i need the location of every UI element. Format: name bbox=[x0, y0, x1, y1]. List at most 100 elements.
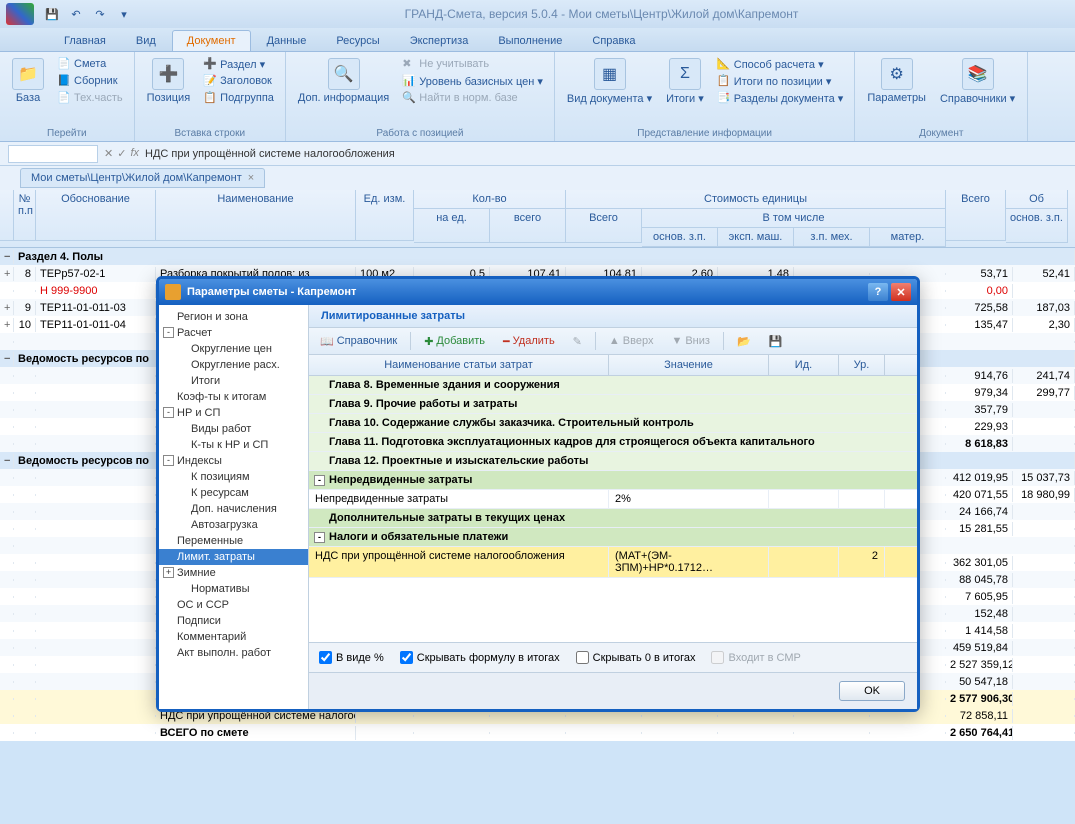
expand-icon[interactable] bbox=[0, 664, 14, 666]
expand-icon[interactable] bbox=[0, 528, 14, 530]
totals-button[interactable]: ΣИтоги ▾ bbox=[662, 56, 708, 107]
edit-button[interactable]: ✎ bbox=[568, 333, 587, 350]
expand-icon[interactable] bbox=[0, 443, 14, 445]
tree-item[interactable]: -НР и СП bbox=[159, 405, 308, 421]
expand-icon[interactable] bbox=[0, 647, 14, 649]
sbornik-button[interactable]: 📘Сборник bbox=[54, 73, 126, 89]
data-row[interactable]: НДС при упрощённой системе налогообложен… bbox=[309, 547, 917, 578]
tree-expand-icon[interactable]: - bbox=[163, 455, 174, 466]
expand-icon[interactable]: - bbox=[314, 532, 325, 543]
tree-item[interactable]: ОС и ССР bbox=[159, 597, 308, 613]
position-button[interactable]: ➕Позиция bbox=[143, 56, 195, 106]
expand-icon[interactable] bbox=[0, 392, 14, 394]
dialog-tree[interactable]: Регион и зона-РасчетОкругление ценОкругл… bbox=[159, 305, 309, 709]
delete-button[interactable]: ━Удалить bbox=[498, 333, 560, 350]
baselevel-button[interactable]: 📊Уровень базисных цен ▾ bbox=[399, 73, 546, 89]
vide-checkbox[interactable]: В виде % bbox=[319, 651, 384, 664]
tree-item[interactable]: Регион и зона bbox=[159, 309, 308, 325]
smeta-button[interactable]: 📄Смета bbox=[54, 56, 126, 72]
tree-item[interactable]: +Зимние bbox=[159, 565, 308, 581]
tree-item[interactable]: -Индексы bbox=[159, 453, 308, 469]
expand-icon[interactable] bbox=[0, 375, 14, 377]
smr-checkbox[interactable]: Входит в СМР bbox=[711, 651, 800, 664]
tree-item[interactable]: Переменные bbox=[159, 533, 308, 549]
tree-item[interactable]: Автозагрузка bbox=[159, 517, 308, 533]
postotals-button[interactable]: 📋Итоги по позиции ▾ bbox=[714, 73, 847, 89]
group-row[interactable]: Глава 8. Временные здания и сооружения bbox=[309, 376, 917, 395]
tree-item[interactable]: К позициям bbox=[159, 469, 308, 485]
exclude-button[interactable]: ✖Не учитывать bbox=[399, 56, 546, 72]
help-button[interactable]: ? bbox=[868, 283, 888, 301]
refs-button[interactable]: 📚Справочники ▾ bbox=[936, 56, 1019, 107]
expand-icon[interactable] bbox=[0, 290, 14, 292]
data-row[interactable]: Непредвиденные затраты2% bbox=[309, 490, 917, 509]
redo-icon[interactable]: ↷ bbox=[90, 4, 110, 24]
expand-icon[interactable]: − bbox=[0, 352, 14, 366]
tab-document[interactable]: Документ bbox=[172, 30, 251, 51]
expand-icon[interactable]: + bbox=[0, 267, 14, 281]
expand-icon[interactable] bbox=[0, 579, 14, 581]
accept-icon[interactable]: ✓ bbox=[117, 147, 126, 160]
close-tab-icon[interactable]: × bbox=[248, 172, 254, 184]
expand-icon[interactable] bbox=[0, 732, 14, 734]
tree-item[interactable]: Подписи bbox=[159, 613, 308, 629]
tree-item[interactable]: Нормативы bbox=[159, 581, 308, 597]
tab-expertise[interactable]: Экспертиза bbox=[396, 31, 483, 51]
expand-icon[interactable] bbox=[0, 630, 14, 632]
up-button[interactable]: ▲Вверх bbox=[604, 333, 659, 349]
expand-icon[interactable] bbox=[0, 613, 14, 615]
name-box[interactable] bbox=[8, 145, 98, 163]
tab-execution[interactable]: Выполнение bbox=[484, 31, 576, 51]
subgroup-button[interactable]: 📋Подгруппа bbox=[200, 90, 277, 106]
techpart-button[interactable]: 📄Тех.часть bbox=[54, 90, 126, 106]
breadcrumb-tab[interactable]: Мои сметы\Центр\Жилой дом\Капремонт × bbox=[20, 168, 265, 188]
expand-icon[interactable] bbox=[0, 426, 14, 428]
cancel-icon[interactable]: ✕ bbox=[104, 147, 113, 160]
base-button[interactable]: 📁База bbox=[8, 56, 48, 106]
open-button[interactable]: 📂 bbox=[732, 333, 756, 350]
tab-view[interactable]: Вид bbox=[122, 31, 170, 51]
group-row[interactable]: Глава 11. Подготовка эксплуатационных ка… bbox=[309, 433, 917, 452]
group-row[interactable]: -Непредвиденные затраты bbox=[309, 471, 917, 490]
dialog-titlebar[interactable]: Параметры сметы - Капремонт ? ✕ bbox=[159, 279, 917, 305]
findnorm-button[interactable]: 🔍Найти в норм. базе bbox=[399, 90, 546, 106]
tree-expand-icon[interactable]: - bbox=[163, 327, 174, 338]
app-logo-icon[interactable] bbox=[6, 3, 34, 25]
tree-item[interactable]: Лимит. затраты bbox=[159, 549, 308, 565]
tree-expand-icon[interactable]: - bbox=[163, 407, 174, 418]
header-button[interactable]: 📝Заголовок bbox=[200, 73, 277, 89]
hidezero-checkbox[interactable]: Скрывать 0 в итогах bbox=[576, 651, 696, 664]
down-button[interactable]: ▼Вниз bbox=[666, 333, 715, 349]
expand-icon[interactable] bbox=[0, 409, 14, 411]
group-row[interactable]: -Налоги и обязательные платежи bbox=[309, 528, 917, 547]
tree-item[interactable]: Итоги bbox=[159, 373, 308, 389]
qat-dropdown-icon[interactable]: ▾ bbox=[114, 4, 134, 24]
tree-expand-icon[interactable]: + bbox=[163, 567, 174, 578]
group-row[interactable]: Дополнительные затраты в текущих ценах bbox=[309, 509, 917, 528]
calcmethod-button[interactable]: 📐Способ расчета ▾ bbox=[714, 56, 847, 72]
formula-text[interactable]: НДС при упрощённой системе налогообложен… bbox=[145, 148, 1067, 160]
tree-item[interactable]: Комментарий bbox=[159, 629, 308, 645]
expand-icon[interactable] bbox=[0, 477, 14, 479]
tree-item[interactable]: Округление цен bbox=[159, 341, 308, 357]
params-button[interactable]: ⚙Параметры bbox=[863, 56, 930, 106]
expand-icon[interactable]: - bbox=[314, 475, 325, 486]
ok-button[interactable]: OK bbox=[839, 681, 905, 701]
table-row[interactable]: ВСЕГО по смете2 650 764,41 bbox=[0, 724, 1075, 741]
expand-icon[interactable]: + bbox=[0, 301, 14, 315]
group-row[interactable]: Глава 12. Проектные и изыскательские раб… bbox=[309, 452, 917, 471]
tree-item[interactable]: К-ты к НР и СП bbox=[159, 437, 308, 453]
group-row[interactable]: Глава 9. Прочие работы и затраты bbox=[309, 395, 917, 414]
expand-icon[interactable]: − bbox=[0, 250, 14, 264]
add-button[interactable]: ✚Добавить bbox=[419, 333, 490, 350]
undo-icon[interactable]: ↶ bbox=[66, 4, 86, 24]
expand-icon[interactable] bbox=[0, 698, 14, 700]
expand-icon[interactable]: + bbox=[0, 318, 14, 332]
expand-icon[interactable] bbox=[0, 681, 14, 683]
docsections-button[interactable]: 📑Разделы документа ▾ bbox=[714, 90, 847, 106]
expand-icon[interactable] bbox=[0, 562, 14, 564]
tree-item[interactable]: К ресурсам bbox=[159, 485, 308, 501]
dialog-grid[interactable]: Наименование статьи затрат Значение Ид. … bbox=[309, 355, 917, 642]
tab-main[interactable]: Главная bbox=[50, 31, 120, 51]
expand-icon[interactable] bbox=[0, 715, 14, 717]
